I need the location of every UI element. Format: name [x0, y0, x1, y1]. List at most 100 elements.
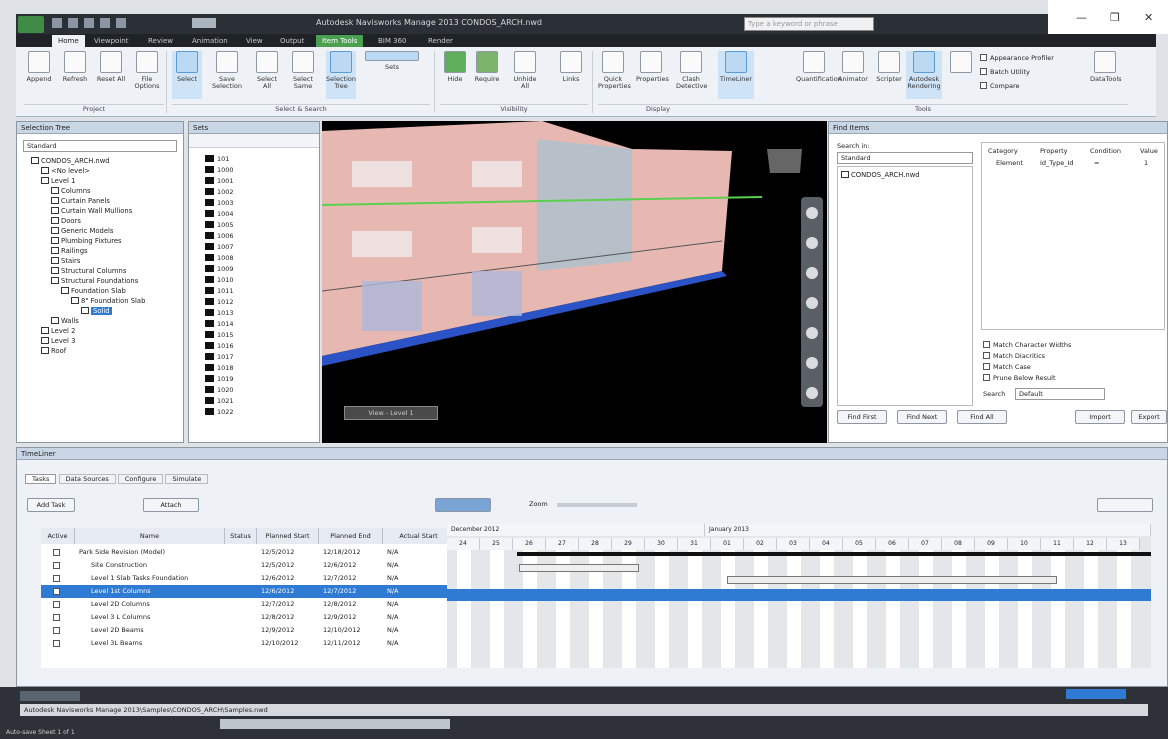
tree-item[interactable]: Roof: [31, 346, 183, 356]
prune-below-checkbox[interactable]: Prune Below Result: [983, 373, 1071, 384]
app-logo-icon[interactable]: [18, 16, 44, 33]
datatools-button[interactable]: DataTools: [1090, 51, 1122, 99]
search-mode-select[interactable]: Default: [1015, 388, 1105, 400]
redo-icon[interactable]: [116, 18, 126, 28]
condition-cell[interactable]: =: [1094, 157, 1099, 170]
cell-name[interactable]: Level 1st Columns: [91, 585, 151, 598]
walk-icon[interactable]: [806, 357, 818, 369]
quantification-button[interactable]: Quantification: [796, 51, 842, 99]
tree-item-selected[interactable]: Solid: [31, 306, 183, 316]
cell-ps[interactable]: 12/10/2012: [261, 637, 298, 650]
table-row[interactable]: Level 2D Beams 12/9/2012 12/10/2012 N/A: [41, 624, 455, 637]
tree-item[interactable]: Railings: [31, 246, 183, 256]
cell-pe[interactable]: 12/7/2012: [323, 585, 356, 598]
summary-bar[interactable]: [517, 552, 1151, 556]
close-icon[interactable]: ✕: [1144, 11, 1153, 24]
set-item[interactable]: 1011: [205, 286, 319, 297]
cell-as[interactable]: N/A: [387, 611, 399, 624]
set-item[interactable]: 1018: [205, 363, 319, 374]
zoom-slider[interactable]: [557, 503, 637, 507]
tab-render[interactable]: Render: [422, 35, 459, 47]
cell-name[interactable]: Level 2D Beams: [91, 624, 144, 637]
task-bar[interactable]: [519, 564, 639, 572]
active-checkbox[interactable]: [53, 549, 60, 556]
export-button[interactable]: Export: [1131, 410, 1167, 424]
open-icon[interactable]: [52, 18, 62, 28]
workspace-dropdown[interactable]: [192, 18, 216, 28]
set-item[interactable]: 1022: [205, 407, 319, 418]
table-row[interactable]: Level 1st Columns 12/6/2012 12/7/2012 N/A: [41, 585, 455, 598]
quick-properties-button[interactable]: Quick Properties: [598, 51, 631, 99]
hide-button[interactable]: Hide: [440, 51, 470, 99]
cell-name[interactable]: Level 2D Columns: [91, 598, 150, 611]
tree-item[interactable]: CONDOS_ARCH.nwd: [31, 156, 183, 166]
cell-name[interactable]: Level 3L Beams: [91, 637, 142, 650]
tab-tasks[interactable]: Tasks: [25, 474, 57, 484]
set-item[interactable]: 1001: [205, 176, 319, 187]
tab-view[interactable]: View: [240, 35, 269, 47]
set-item[interactable]: 1014: [205, 319, 319, 330]
tree-item[interactable]: Columns: [31, 186, 183, 196]
cell-ps[interactable]: 12/5/2012: [261, 546, 294, 559]
tree-item[interactable]: Stairs: [31, 256, 183, 266]
cell-as[interactable]: N/A: [387, 585, 399, 598]
compare-button[interactable]: Compare: [980, 81, 1020, 92]
batch-utility-button[interactable]: Batch Utility: [980, 67, 1030, 78]
timeliner-options-button[interactable]: [1097, 498, 1153, 512]
active-checkbox[interactable]: [53, 614, 60, 621]
import-button[interactable]: Import: [1075, 410, 1125, 424]
viewcube-icon[interactable]: [767, 149, 802, 173]
set-item[interactable]: 1009: [205, 264, 319, 275]
scripter2-button[interactable]: [946, 51, 976, 99]
cell-ps[interactable]: 12/8/2012: [261, 611, 294, 624]
cell-as[interactable]: N/A: [387, 624, 399, 637]
steeringwheel-icon[interactable]: [806, 207, 818, 219]
select-icon[interactable]: [806, 387, 818, 399]
task-bar[interactable]: [727, 576, 1057, 584]
cell-ps[interactable]: 12/7/2012: [261, 598, 294, 611]
tab-bim360[interactable]: BIM 360: [372, 35, 413, 47]
timeliner-button[interactable]: TimeLiner: [718, 51, 754, 99]
set-item[interactable]: 1000: [205, 165, 319, 176]
cell-ps[interactable]: 12/5/2012: [261, 559, 294, 572]
unhide-all-button[interactable]: Unhide All: [510, 51, 540, 99]
tree-item[interactable]: Plumbing Fixtures: [31, 236, 183, 246]
active-checkbox[interactable]: [53, 601, 60, 608]
save-icon[interactable]: [68, 18, 78, 28]
tab-data-sources[interactable]: Data Sources: [58, 474, 116, 484]
cell-as[interactable]: N/A: [387, 546, 399, 559]
status-tab[interactable]: [20, 691, 80, 701]
properties-button[interactable]: Properties: [636, 51, 669, 99]
match-diacritics-checkbox[interactable]: Match Diacritics: [983, 351, 1071, 362]
set-item[interactable]: 1005: [205, 220, 319, 231]
tree-item[interactable]: Level 1: [31, 176, 183, 186]
cell-pe[interactable]: 12/10/2012: [323, 624, 360, 637]
table-row[interactable]: Level 3 L Columns 12/8/2012 12/9/2012 N/A: [41, 611, 455, 624]
tree-item[interactable]: <No level>: [31, 166, 183, 176]
set-item[interactable]: 1012: [205, 297, 319, 308]
active-checkbox[interactable]: [53, 627, 60, 634]
tree-item[interactable]: CONDOS_ARCH.nwd: [841, 170, 969, 180]
cell-ps[interactable]: 12/6/2012: [261, 585, 294, 598]
set-item[interactable]: 1021: [205, 396, 319, 407]
table-row[interactable]: Level 3L Beams 12/10/2012 12/11/2012 N/A: [41, 637, 455, 650]
set-item[interactable]: 1006: [205, 231, 319, 242]
clash-detective-button[interactable]: Clash Detective: [676, 51, 707, 99]
tree-mode-select[interactable]: Standard: [23, 140, 177, 152]
sets-dropdown[interactable]: Sets: [362, 51, 422, 99]
set-item[interactable]: 1016: [205, 341, 319, 352]
cell-name[interactable]: Site Construction: [91, 559, 147, 572]
condition-cell[interactable]: Id_Type_Id: [1040, 157, 1074, 170]
tab-animation[interactable]: Animation: [186, 35, 234, 47]
zoom-buttons[interactable]: [435, 498, 491, 512]
tree-item[interactable]: 8" Foundation Slab: [31, 296, 183, 306]
cell-pe[interactable]: 12/8/2012: [323, 598, 356, 611]
cell-ps[interactable]: 12/6/2012: [261, 572, 294, 585]
active-checkbox[interactable]: [53, 562, 60, 569]
orbit-icon[interactable]: [806, 297, 818, 309]
tree-item[interactable]: Generic Models: [31, 226, 183, 236]
cell-as[interactable]: N/A: [387, 637, 399, 650]
find-next-button[interactable]: Find Next: [897, 410, 947, 424]
cell-as[interactable]: N/A: [387, 559, 399, 572]
tree-item[interactable]: Level 3: [31, 336, 183, 346]
